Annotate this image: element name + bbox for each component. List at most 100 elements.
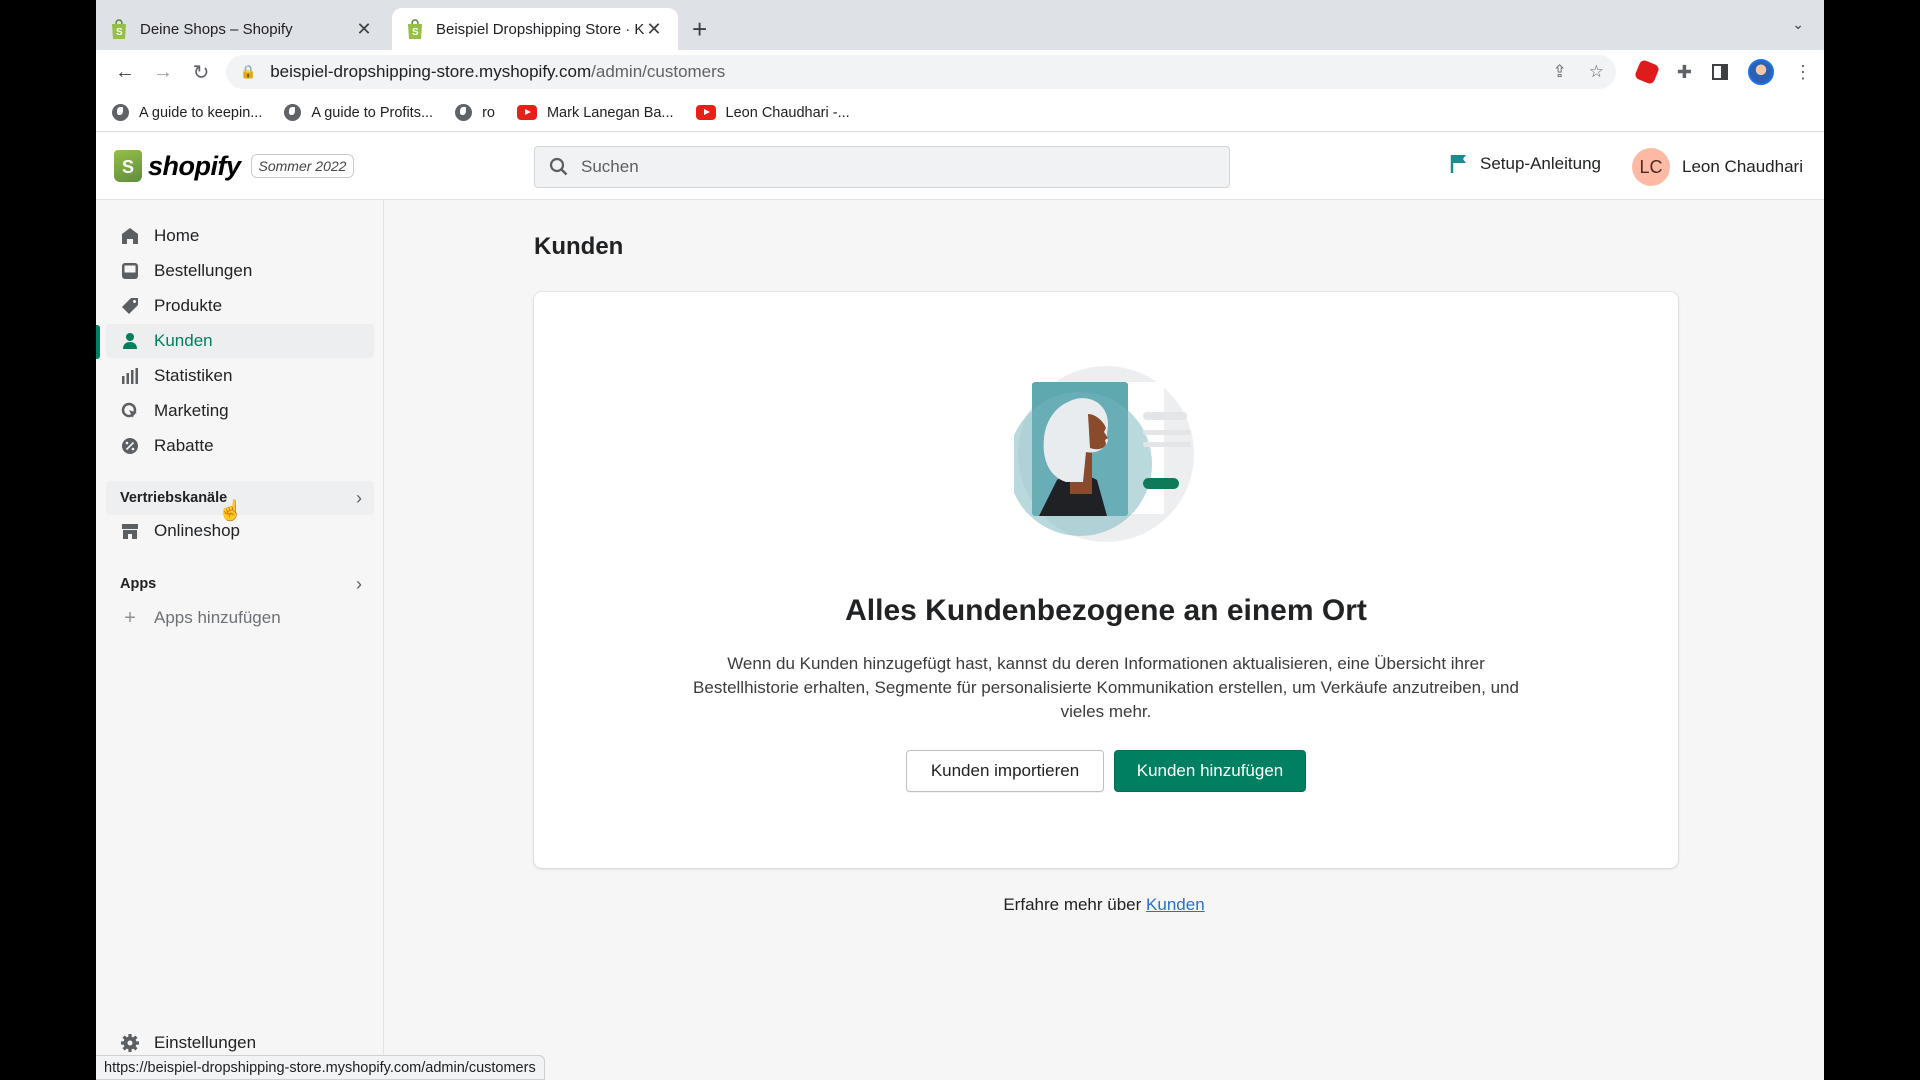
sidebar-item-products[interactable]: Produkte [106, 289, 374, 323]
search-icon [549, 157, 568, 176]
import-customers-button[interactable]: Kunden importieren [906, 750, 1104, 792]
back-arrow-icon[interactable]: ← [106, 61, 144, 84]
shopify-logo[interactable]: S shopify Sommer 2022 [114, 150, 355, 182]
setup-label: Setup-Anleitung [1480, 154, 1601, 173]
user-avatar: LC [1632, 148, 1670, 186]
person-icon [120, 331, 140, 351]
chevron-right-icon[interactable]: › [356, 574, 362, 595]
sidebar-item-label: Rabatte [154, 436, 214, 455]
youtube-icon [516, 105, 537, 120]
plus-icon: + [124, 606, 136, 629]
browser-tabstrip: S Deine Shops – Shopify ✕ S Beispiel Dro… [96, 0, 1824, 50]
adblock-extension-icon[interactable] [1633, 58, 1660, 86]
bookmark-item[interactable]: A guide to Profits... [284, 104, 433, 121]
learn-more-prefix: Erfahre mehr über [1003, 895, 1142, 914]
main-content: Kunden Alles Kundenbezogene an einem Ort… [384, 200, 1824, 1080]
flag-icon [1450, 155, 1466, 173]
setup-guide-button[interactable]: Setup-Anleitung [1450, 154, 1601, 174]
globe-icon [112, 104, 129, 121]
page-title: Kunden [534, 233, 624, 260]
sidebar-item-marketing[interactable]: Marketing [106, 394, 374, 428]
store-icon [120, 521, 140, 541]
youtube-icon [695, 105, 716, 120]
star-icon[interactable]: ☆ [1589, 62, 1604, 82]
tag-icon [120, 296, 140, 316]
shopify-favicon-icon: S [112, 19, 126, 39]
svg-text:S: S [412, 27, 419, 38]
close-tab-icon[interactable]: ✕ [644, 19, 664, 40]
user-menu[interactable]: LC Leon Chaudhari [1632, 148, 1803, 186]
sidebar-item-label: Statistiken [154, 366, 233, 385]
customer-profile-illustration [1014, 366, 1194, 542]
bookmark-label: A guide to Profits... [311, 104, 434, 121]
learn-more-link[interactable]: Kunden [1146, 895, 1205, 914]
logo-text: shopify [148, 150, 241, 181]
browser-toolbar: ← → ↻ 🔒 beispiel-dropshipping-store.mysh… [96, 50, 1824, 94]
orders-icon [120, 261, 140, 281]
close-tab-icon[interactable]: ✕ [354, 19, 374, 40]
sidebar-item-label: Marketing [154, 401, 229, 420]
bookmark-label: ro [482, 104, 495, 121]
discount-icon [120, 436, 140, 456]
side-panel-icon[interactable] [1712, 64, 1728, 80]
globe-icon [455, 104, 473, 121]
add-apps-button[interactable]: + Apps hinzufügen [106, 601, 374, 635]
bookmark-item[interactable]: ro [455, 104, 495, 121]
sidebar-item-label: Bestellungen [154, 261, 253, 280]
marketing-icon [120, 401, 140, 421]
browser-tab-active[interactable]: S Beispiel Dropshipping Store · K ✕ [392, 8, 678, 50]
gear-icon [120, 1033, 140, 1053]
svg-text:S: S [116, 27, 123, 38]
sidebar-item-label: Kunden [154, 331, 213, 350]
empty-state-description: Wenn du Kunden hinzugefügt hast, kannst … [693, 654, 1519, 721]
chevron-down-icon[interactable]: ⌄ [1792, 16, 1804, 33]
sidebar-item-label: Einstellungen [154, 1033, 257, 1052]
kebab-menu-icon[interactable]: ⋮ [1794, 62, 1812, 83]
sidebar-item-online-store[interactable]: Onlineshop [106, 514, 374, 548]
apps-label: Apps [120, 576, 157, 592]
search-input[interactable]: Suchen [534, 146, 1230, 188]
empty-state-card: Alles Kundenbezogene an einem Ort Wenn d… [534, 292, 1678, 868]
share-icon[interactable]: ⇪ [1553, 62, 1567, 82]
sidebar-item-label: Apps hinzufügen [154, 608, 281, 627]
bookmark-item[interactable]: Leon Chaudhari -... [695, 104, 850, 121]
link-status-bar: https://beispiel-dropshipping-store.mysh… [96, 1055, 545, 1080]
chevron-right-icon[interactable]: › [356, 488, 362, 509]
puzzle-extensions-icon[interactable]: ✚ [1677, 62, 1692, 83]
shopify-bag-icon: S [114, 150, 142, 182]
sidebar-item-discounts[interactable]: Rabatte [106, 429, 374, 463]
bookmark-label: Leon Chaudhari -... [725, 104, 850, 121]
sidebar-item-label: Produkte [154, 296, 223, 315]
user-name: Leon Chaudhari [1682, 157, 1803, 176]
add-customer-button[interactable]: Kunden hinzufügen [1114, 750, 1306, 792]
url-path: /admin/customers [591, 62, 726, 81]
tab-title: Beispiel Dropshipping Store · K [436, 20, 644, 38]
empty-state-title: Alles Kundenbezogene an einem Ort [845, 594, 1367, 627]
tab-title: Deine Shops – Shopify [140, 20, 293, 38]
sidebar-item-orders[interactable]: Bestellungen [106, 254, 374, 288]
bookmark-item[interactable]: Mark Lanegan Ba... [516, 104, 674, 121]
sidebar-item-home[interactable]: Home [106, 219, 374, 253]
profile-avatar[interactable] [1748, 59, 1774, 85]
bar-chart-icon [120, 366, 140, 386]
shopify-topbar: S shopify Sommer 2022 Suchen Setup-Anlei… [96, 132, 1824, 200]
bookmark-label: Mark Lanegan Ba... [546, 104, 674, 121]
address-bar[interactable]: 🔒 beispiel-dropshipping-store.myshopify.… [226, 55, 1616, 89]
sidebar-nav: Home Bestellungen Produkte Kunden Statis… [96, 200, 384, 1080]
reload-icon[interactable]: ↻ [182, 60, 220, 85]
url-host: beispiel-dropshipping-store.myshopify.co… [270, 62, 592, 81]
apps-section[interactable]: Apps › [106, 567, 374, 601]
search-placeholder: Suchen [581, 157, 639, 176]
plus-icon[interactable]: + [692, 14, 707, 45]
screen: S Deine Shops – Shopify ✕ S Beispiel Dro… [96, 0, 1824, 1080]
browser-tab[interactable]: S Deine Shops – Shopify ✕ [96, 8, 388, 50]
sales-channels-label: Vertriebskanäle [120, 490, 228, 506]
globe-icon [284, 104, 302, 121]
sidebar-item-customers[interactable]: Kunden [106, 324, 374, 358]
forward-arrow-icon[interactable]: → [144, 61, 182, 84]
bookmark-item[interactable]: A guide to keepin... [112, 104, 262, 121]
sidebar-item-label: Onlineshop [154, 521, 241, 540]
sidebar-item-analytics[interactable]: Statistiken [106, 359, 374, 393]
learn-more: Erfahre mehr über Kunden [384, 895, 1824, 915]
active-indicator [96, 325, 100, 359]
